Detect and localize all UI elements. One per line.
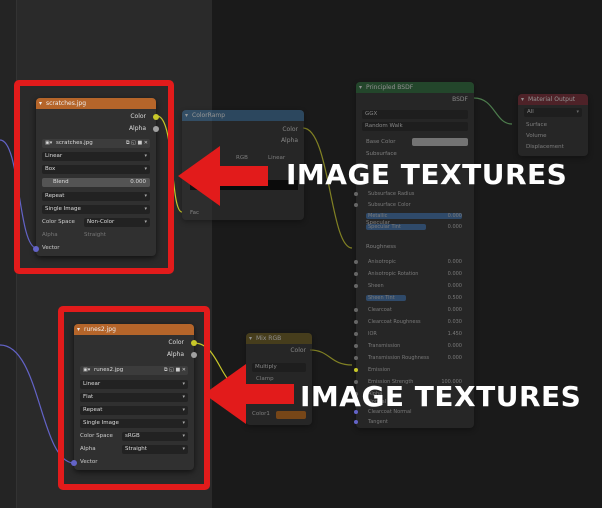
bsdf-out: BSDF <box>452 96 468 103</box>
highlight-box-top <box>14 80 174 274</box>
bsdf-header[interactable]: Principled BSDF <box>356 82 474 93</box>
bsdf-row-metallic[interactable]: Metallic 0.000 <box>356 212 468 220</box>
material-output-target[interactable]: All ▾ <box>524 108 582 117</box>
bsdf-row-anisotropic[interactable]: Anisotropic 0.000 <box>354 258 468 266</box>
bsdf-base-color-swatch[interactable] <box>412 138 468 146</box>
material-output-header[interactable]: Material Output <box>518 94 588 105</box>
caption-image-textures-top: IMAGE TEXTURES <box>286 158 568 191</box>
bsdf-base-color: Base Color <box>366 139 396 145</box>
mix-header[interactable]: Mix RGB <box>246 333 312 344</box>
bsdf-row-subsurface-color[interactable]: Subsurface Color <box>354 201 468 209</box>
mix-out-color: Color <box>290 347 306 354</box>
bsdf-row-emission[interactable]: Emission <box>354 366 468 374</box>
highlight-box-bottom <box>58 306 210 490</box>
material-output-displacement: Displacement <box>526 144 564 150</box>
colorramp-header[interactable]: ColorRamp <box>182 110 304 121</box>
bsdf-row-sheen[interactable]: Sheen 0.000 <box>354 282 468 290</box>
bsdf-roughness: Roughness <box>366 244 397 250</box>
bsdf-row-transmission-roughness[interactable]: Transmission Roughness 0.000 <box>354 354 468 362</box>
arrow-left-icon <box>204 364 294 424</box>
bsdf-distribution[interactable]: GGX <box>362 110 468 119</box>
bsdf-subsurface-method[interactable]: Random Walk <box>362 122 468 131</box>
colorramp-out-alpha: Alpha <box>280 137 298 144</box>
bsdf-row-anisotropic-rotation[interactable]: Anisotropic Rotation 0.000 <box>354 270 468 278</box>
colorramp-fac: Fac <box>190 210 200 216</box>
bsdf-row-specular-tint[interactable]: Specular Tint 0.000 <box>356 223 468 231</box>
bsdf-row-ior[interactable]: IOR 1.450 <box>354 330 468 338</box>
material-output-volume: Volume <box>526 133 547 139</box>
arrow-left-icon <box>178 146 268 206</box>
material-output-surface: Surface <box>526 122 547 128</box>
bsdf-subsurface: Subsurface <box>366 151 397 157</box>
principled-bsdf-node[interactable]: Principled BSDF BSDF GGX Random Walk Bas… <box>356 82 474 428</box>
bsdf-row-clearcoat[interactable]: Clearcoat 0.000 <box>354 306 468 314</box>
material-output-node[interactable]: Material Output All▾ Surface Volume Disp… <box>518 94 588 156</box>
colorramp-interp[interactable]: Linear <box>268 155 285 161</box>
bsdf-row-sheen-tint[interactable]: Sheen Tint 0.500 <box>356 294 468 302</box>
bsdf-row-clearcoat-roughness[interactable]: Clearcoat Roughness 0.030 <box>354 318 468 326</box>
colorramp-out-color: Color <box>282 126 298 133</box>
bsdf-row-subsurface-radius[interactable]: Subsurface Radius <box>354 190 468 198</box>
caption-image-textures-bottom: IMAGE TEXTURES <box>300 380 582 413</box>
bsdf-row-transmission[interactable]: Transmission 0.000 <box>354 342 468 350</box>
bsdf-row-tangent[interactable]: Tangent <box>354 418 468 426</box>
